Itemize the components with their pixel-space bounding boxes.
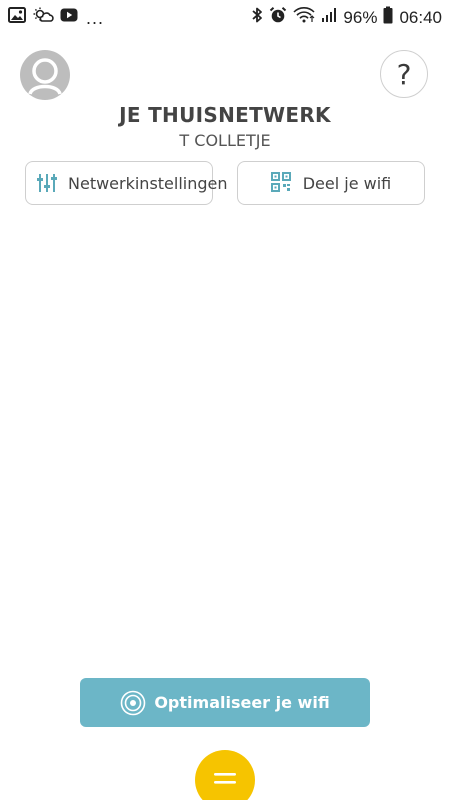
alarm-icon [269, 6, 287, 29]
optimize-wifi-label: Optimaliseer je wifi [154, 693, 330, 712]
sliders-icon [36, 172, 58, 194]
more-notifications-indicator: ... [86, 7, 105, 28]
help-label: ? [396, 57, 412, 91]
status-bar: ... 96% 06:40 [0, 0, 450, 32]
menu-fab[interactable] [195, 750, 255, 800]
image-icon [8, 7, 26, 28]
optimize-wifi-button[interactable]: Optimaliseer je wifi [80, 678, 370, 727]
network-settings-label: Netwerkinstellingen [68, 173, 228, 193]
help-button[interactable]: ? [380, 50, 428, 98]
wifi-icon [293, 7, 315, 28]
network-settings-button[interactable]: Netwerkinstellingen [25, 161, 228, 205]
clock: 06:40 [399, 7, 442, 27]
share-wifi-button[interactable]: Deel je wifi [237, 161, 425, 205]
signal-icon [321, 7, 337, 28]
youtube-icon [60, 8, 78, 27]
bluetooth-icon [251, 6, 263, 29]
network-name: T COLLETJE [179, 131, 271, 150]
menu-icon [214, 773, 236, 784]
battery-icon [383, 6, 393, 29]
wifi-radar-icon [120, 690, 146, 716]
page-title: JE THUISNETWERK [119, 103, 331, 127]
battery-percentage: 96% [343, 7, 378, 27]
user-icon [28, 58, 62, 95]
status-bar-system: 96% 06:40 [251, 6, 442, 29]
status-bar-notifications: ... [8, 7, 104, 28]
weather-icon [32, 7, 54, 28]
profile-avatar-button[interactable] [20, 50, 70, 100]
share-wifi-label: Deel je wifi [302, 173, 392, 193]
app-screen: ... 96% 06:40 ? JE THUISNETWERK T COLLET… [0, 0, 450, 800]
qr-code-icon [270, 172, 293, 194]
